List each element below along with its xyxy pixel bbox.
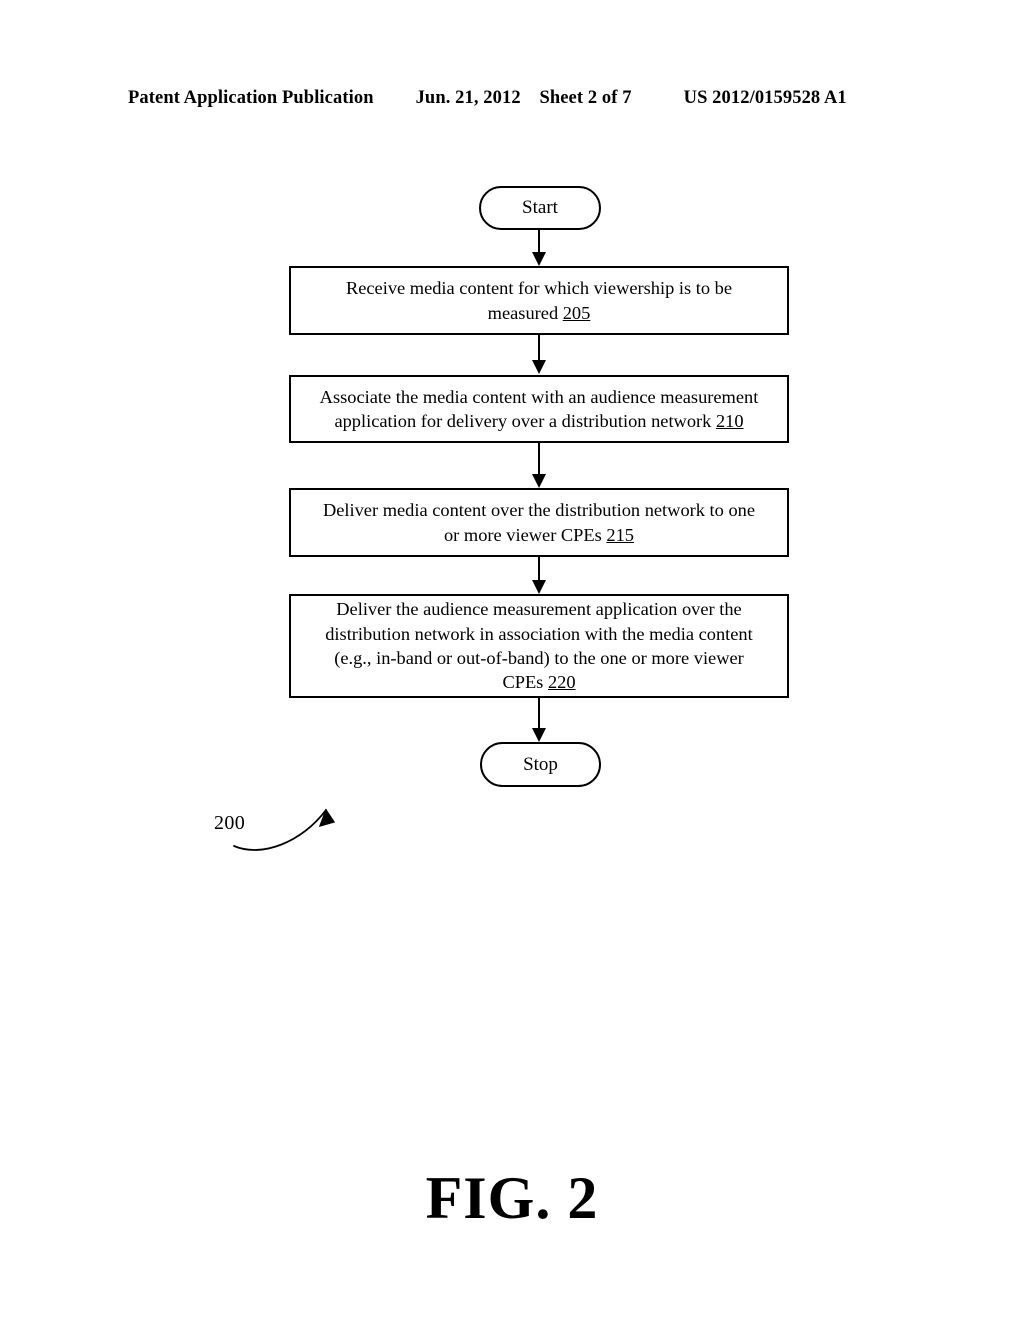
flow-node-step-210-line-2: application for delivery over a distribu… bbox=[334, 411, 744, 431]
flow-connector-start-to-205 bbox=[532, 230, 546, 266]
flow-node-step-210-ref: 210 bbox=[715, 411, 744, 431]
flow-node-step-205: Receive media content for which viewersh… bbox=[289, 266, 789, 335]
flow-node-step-215-line-2: or more viewer CPEs 215 bbox=[443, 524, 634, 545]
flowchart-diagram: Start Receive media content for which vi… bbox=[0, 0, 1024, 1320]
flow-connector-215-to-220 bbox=[532, 557, 546, 594]
flow-node-start: Start bbox=[479, 186, 601, 230]
flow-node-step-205-ref: 205 bbox=[562, 302, 591, 323]
flow-node-step-215: Deliver media content over the distribut… bbox=[289, 488, 789, 557]
flow-node-step-210-line-1: Associate the media content with an audi… bbox=[319, 386, 759, 407]
flow-node-stop: Stop bbox=[480, 742, 601, 787]
flow-connector-220-to-stop bbox=[532, 698, 546, 742]
flow-node-step-215-ref: 215 bbox=[606, 524, 634, 545]
flow-node-step-220-line-4: CPEs 220 bbox=[502, 672, 576, 693]
flow-node-step-215-line-1: Deliver media content over the distribut… bbox=[322, 500, 756, 521]
flow-node-step-220-line-3: (e.g., in-band or out-of-band) to the on… bbox=[334, 648, 744, 668]
flow-node-step-220-ref: 220 bbox=[547, 672, 576, 693]
flow-node-step-220-line-1: Deliver the audience measurement applica… bbox=[336, 599, 742, 620]
flow-connector-210-to-215 bbox=[532, 443, 546, 488]
figure-caption: FIG. 2 bbox=[425, 1165, 599, 1231]
flow-connector-205-to-210 bbox=[532, 335, 546, 374]
flow-node-step-220: Deliver the audience measurement applica… bbox=[289, 594, 789, 698]
flow-node-step-205-line-2: measured 205 bbox=[487, 302, 591, 323]
reference-lead-line-arrow-icon bbox=[233, 808, 336, 851]
flow-node-start-label: Start bbox=[522, 197, 558, 218]
flow-node-step-210: Associate the media content with an audi… bbox=[289, 375, 789, 443]
flow-node-step-220-line-2: distribution network in association with… bbox=[325, 623, 753, 644]
flow-node-step-205-line-1: Receive media content for which viewersh… bbox=[345, 278, 733, 299]
flow-node-stop-label: Stop bbox=[523, 753, 558, 775]
